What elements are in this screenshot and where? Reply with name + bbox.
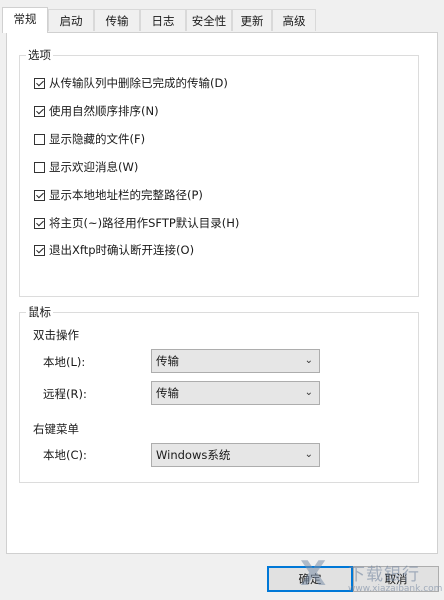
- select-value: 传输: [156, 354, 179, 368]
- right-menu-heading: 右键菜单: [33, 422, 79, 436]
- option-label: 使用自然顺序排序(N): [49, 104, 159, 118]
- option-full-path[interactable]: 显示本地地址栏的完整路径(P): [34, 187, 203, 203]
- checkbox-delete-completed[interactable]: [34, 77, 45, 89]
- select-value: Windows系统: [156, 448, 231, 462]
- options-group: 选项: [19, 47, 419, 297]
- double-click-local-label: 本地(L):: [43, 355, 86, 369]
- option-show-hidden[interactable]: 显示隐藏的文件(F): [34, 131, 145, 147]
- chevron-down-icon: ⌄: [304, 449, 313, 460]
- tab-update[interactable]: 更新: [232, 9, 272, 31]
- double-click-remote-label: 远程(R):: [43, 387, 87, 401]
- tab-strip: 常规 启动 传输 日志 安全性 更新 高级: [0, 7, 444, 33]
- chevron-down-icon: ⌄: [304, 387, 313, 398]
- tab-security[interactable]: 安全性: [186, 9, 232, 31]
- option-confirm-disconnect[interactable]: 退出Xftp时确认断开连接(O): [34, 242, 194, 258]
- double-click-local-select[interactable]: 传输 ⌄: [151, 349, 320, 373]
- chevron-down-icon: ⌄: [304, 355, 313, 366]
- checkbox-home-default-dir[interactable]: [34, 217, 45, 229]
- double-click-heading: 双击操作: [33, 328, 79, 342]
- mouse-group-title: 鼠标: [26, 304, 53, 320]
- option-label: 显示本地地址栏的完整路径(P): [49, 188, 203, 202]
- checkbox-confirm-disconnect[interactable]: [34, 244, 45, 256]
- options-group-title: 选项: [26, 47, 53, 63]
- tab-panel-general: 选项 从传输队列中删除已完成的传输(D) 使用自然顺序排序(N) 显示隐藏的文件…: [6, 32, 438, 554]
- cancel-button[interactable]: 取消: [353, 566, 439, 592]
- tab-general[interactable]: 常规: [2, 7, 48, 33]
- double-click-remote-select[interactable]: 传输 ⌄: [151, 381, 320, 405]
- option-label: 显示欢迎消息(W): [49, 160, 139, 174]
- checkbox-show-welcome[interactable]: [34, 161, 45, 173]
- option-home-default-dir[interactable]: 将主页(~)路径用作SFTP默认目录(H): [34, 215, 239, 231]
- tab-startup[interactable]: 启动: [48, 9, 94, 31]
- tab-log[interactable]: 日志: [140, 9, 186, 31]
- option-label: 将主页(~)路径用作SFTP默认目录(H): [49, 216, 240, 230]
- option-natural-sort[interactable]: 使用自然顺序排序(N): [34, 103, 159, 119]
- checkbox-show-hidden[interactable]: [34, 133, 45, 145]
- select-value: 传输: [156, 386, 179, 400]
- tab-transfer[interactable]: 传输: [94, 9, 140, 31]
- option-delete-completed[interactable]: 从传输队列中删除已完成的传输(D): [34, 75, 228, 91]
- option-label: 退出Xftp时确认断开连接(O): [49, 243, 195, 257]
- checkbox-natural-sort[interactable]: [34, 105, 45, 117]
- checkbox-full-path[interactable]: [34, 189, 45, 201]
- right-menu-local-label: 本地(C):: [43, 448, 87, 462]
- option-show-welcome[interactable]: 显示欢迎消息(W): [34, 159, 138, 175]
- tab-advanced[interactable]: 高级: [272, 9, 316, 31]
- option-label: 显示隐藏的文件(F): [49, 132, 146, 146]
- option-label: 从传输队列中删除已完成的传输(D): [49, 76, 228, 90]
- right-menu-local-select[interactable]: Windows系统 ⌄: [151, 443, 320, 467]
- ok-button[interactable]: 确定: [267, 566, 353, 592]
